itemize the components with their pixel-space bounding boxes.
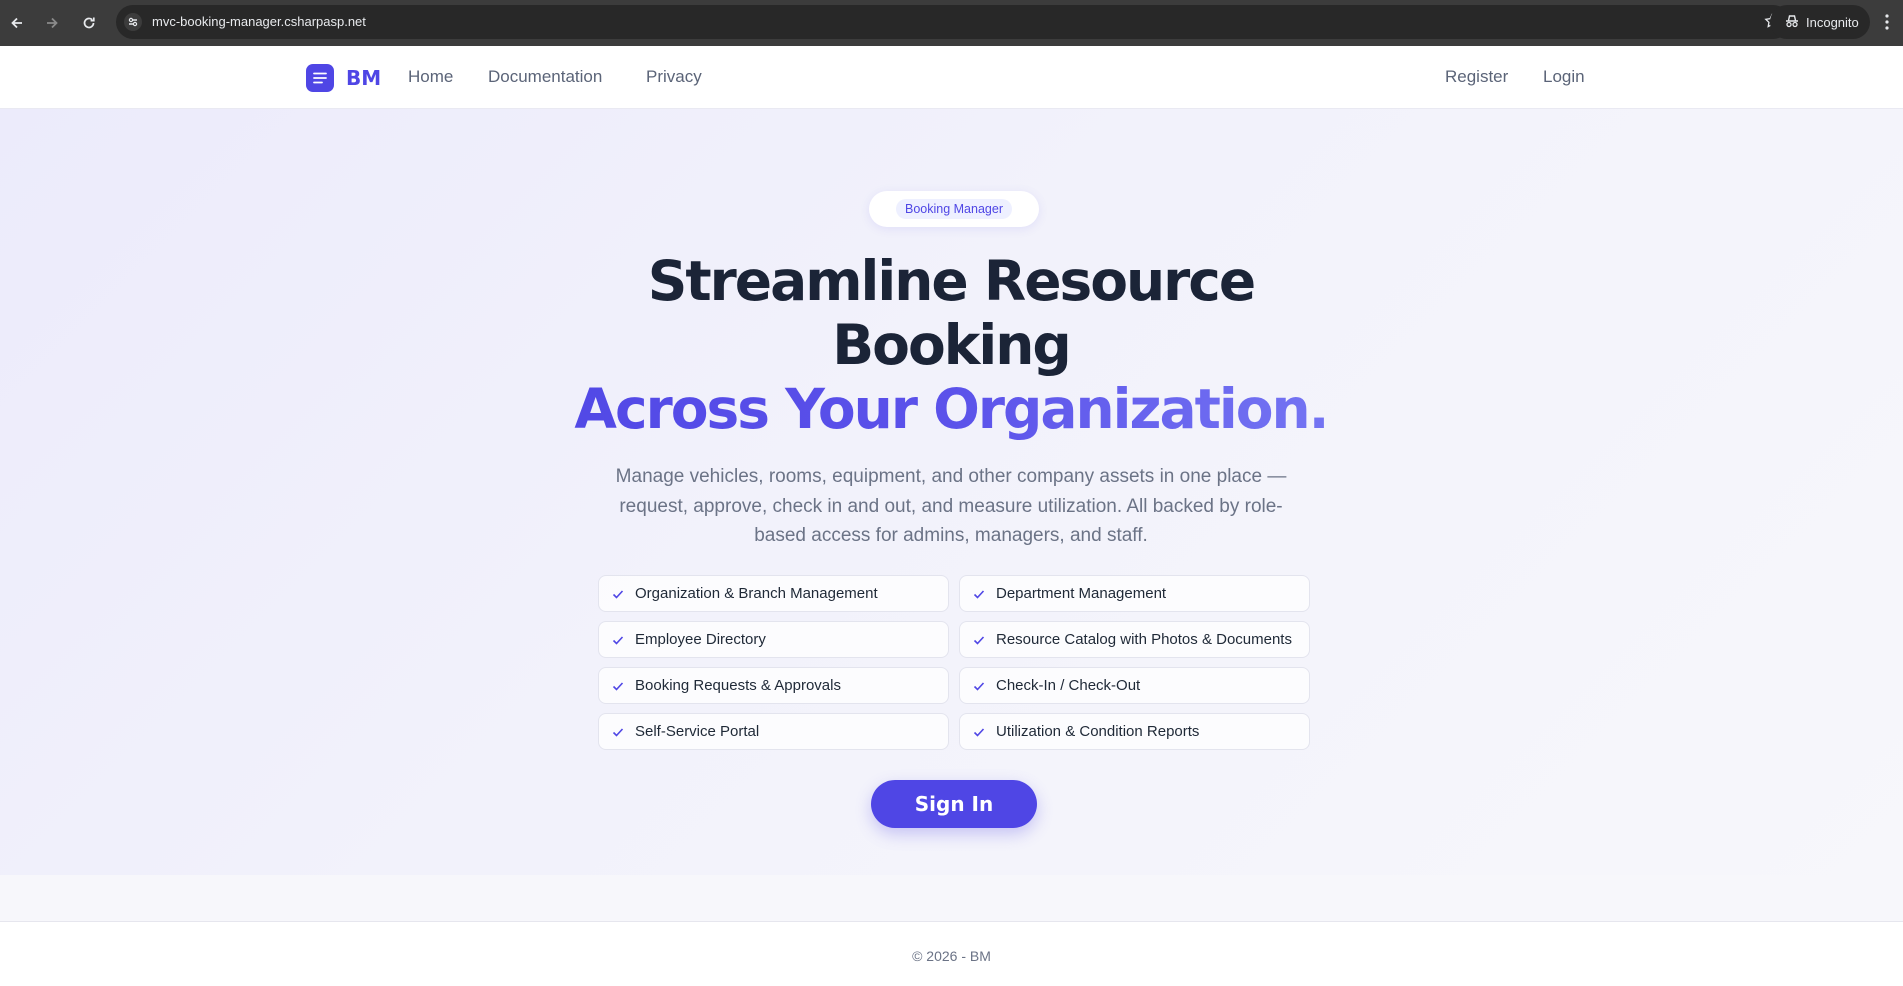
brand-link[interactable]: BM xyxy=(306,64,381,92)
hero-badge-container: Booking Manager xyxy=(869,191,1039,227)
feature-label: Resource Catalog with Photos & Documents xyxy=(996,631,1292,648)
feature-item: Self-Service Portal xyxy=(598,713,949,750)
feature-item: Check-In / Check-Out xyxy=(959,667,1310,704)
brand-name: BM xyxy=(346,66,382,90)
feature-item: Organization & Branch Management xyxy=(598,575,949,612)
section-spacer xyxy=(0,875,1903,921)
nav-link-privacy[interactable]: Privacy xyxy=(646,67,702,87)
feature-label: Organization & Branch Management xyxy=(635,585,878,602)
site-footer: © 2026 - BM xyxy=(0,921,1903,986)
feature-item: Booking Requests & Approvals xyxy=(598,667,949,704)
back-icon[interactable] xyxy=(6,12,28,34)
forward-icon[interactable] xyxy=(41,12,63,34)
incognito-label: Incognito xyxy=(1806,14,1859,30)
headline-line-1: Streamline Resource xyxy=(647,249,1256,313)
headline-accent: Across Your Organization. xyxy=(451,377,1451,441)
check-icon xyxy=(972,725,986,739)
feature-item: Utilization & Condition Reports xyxy=(959,713,1310,750)
nav-link-login[interactable]: Login xyxy=(1543,67,1585,87)
site-navbar: BM Home Documentation Privacy Register L… xyxy=(0,46,1903,109)
feature-item: Resource Catalog with Photos & Documents xyxy=(959,621,1310,658)
address-bar[interactable]: mvc-booking-manager.csharpasp.net xyxy=(116,5,1790,39)
feature-label: Check-In / Check-Out xyxy=(996,677,1141,694)
check-icon xyxy=(972,679,986,693)
check-icon xyxy=(611,679,625,693)
nav-link-documentation[interactable]: Documentation xyxy=(488,67,602,87)
check-icon xyxy=(611,633,625,647)
hero-lead: Manage vehicles, rooms, equipment, and o… xyxy=(615,466,1287,546)
feature-label: Booking Requests & Approvals xyxy=(635,677,841,694)
check-icon xyxy=(611,725,625,739)
hero-headline: Streamline Resource Booking Across Your … xyxy=(451,249,1451,441)
brand-menu-icon xyxy=(306,64,334,92)
reload-icon[interactable] xyxy=(78,12,100,34)
site-info-icon[interactable] xyxy=(124,13,142,31)
nav-link-register[interactable]: Register xyxy=(1445,67,1508,87)
feature-list: Organization & Branch Management Departm… xyxy=(598,575,1310,750)
feature-label: Department Management xyxy=(996,585,1167,602)
url-text[interactable]: mvc-booking-manager.csharpasp.net xyxy=(152,14,366,29)
browser-menu-icon[interactable] xyxy=(1884,12,1890,36)
feature-label: Self-Service Portal xyxy=(635,723,760,740)
nav-link-home[interactable]: Home xyxy=(408,67,453,87)
check-icon xyxy=(972,587,986,601)
hero-badge: Booking Manager xyxy=(896,199,1012,219)
footer-copyright: © 2026 - BM xyxy=(912,948,991,964)
hero-section: Booking Manager Streamline Resource Book… xyxy=(0,109,1903,875)
incognito-indicator[interactable]: Incognito xyxy=(1770,5,1870,39)
check-icon xyxy=(972,633,986,647)
feature-label: Utilization & Condition Reports xyxy=(996,723,1200,740)
sign-in-button[interactable]: Sign In xyxy=(871,780,1037,828)
feature-item: Department Management xyxy=(959,575,1310,612)
feature-item: Employee Directory xyxy=(598,621,949,658)
browser-toolbar: mvc-booking-manager.csharpasp.net Incogn… xyxy=(0,0,1903,46)
headline-line-2: Booking xyxy=(832,313,1071,377)
feature-label: Employee Directory xyxy=(635,631,766,648)
check-icon xyxy=(611,587,625,601)
incognito-icon xyxy=(1784,13,1800,32)
